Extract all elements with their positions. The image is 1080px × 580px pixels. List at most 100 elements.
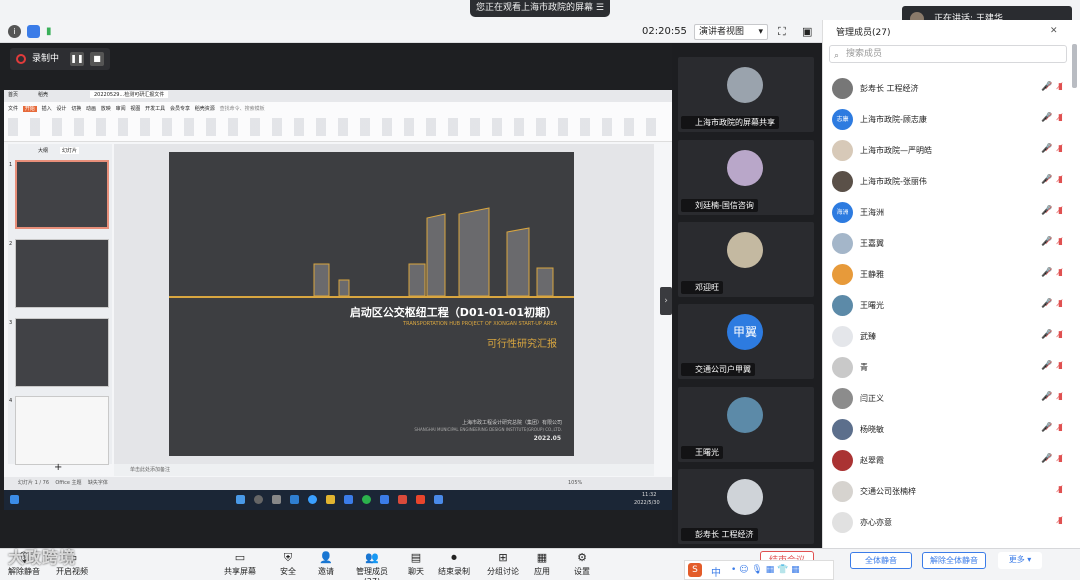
member-row[interactable]: 武臻 🎤̸ ▮̸ <box>832 326 1072 348</box>
tab-docer[interactable]: 稻壳 <box>38 91 48 98</box>
ribbon-toolbar[interactable] <box>8 118 658 136</box>
manage-members-button[interactable]: 👥 管理成员(27) <box>348 552 396 580</box>
edge-icon[interactable] <box>308 495 317 504</box>
tab-outline[interactable]: 大纲 <box>38 147 48 154</box>
video-tile[interactable]: 邓迎旺 <box>678 222 814 297</box>
member-row[interactable]: 交通公司张楠梓 ▮̸ <box>832 481 1072 503</box>
camera-off-icon[interactable]: ▮̸ <box>1058 113 1063 123</box>
menu-icon[interactable]: ☰ <box>596 0 604 17</box>
mic-muted-icon[interactable]: 🎤̸ <box>1041 206 1052 216</box>
ribbon-tab[interactable]: 动画 <box>86 106 96 112</box>
security-button[interactable]: ⛨ 安全 <box>276 552 300 577</box>
mic-muted-icon[interactable]: 🎤̸ <box>1041 361 1052 371</box>
unmute-all-button[interactable]: 解除全体静音 <box>922 552 986 569</box>
ribbon-tab[interactable]: 稻壳资源 <box>195 106 215 112</box>
ribbon-tab[interactable]: 文件 <box>8 106 18 112</box>
camera-off-icon[interactable]: ▮̸ <box>1058 299 1063 309</box>
member-search-input[interactable]: ⌕ 搜索成员 <box>829 45 1067 63</box>
camera-off-icon[interactable]: ▮̸ <box>1058 330 1063 340</box>
search-icon[interactable] <box>254 495 263 504</box>
wechat-icon[interactable] <box>362 495 371 504</box>
layout-icon[interactable]: ▣ <box>802 25 812 38</box>
member-row[interactable]: 亦心亦意 ▮̸ <box>832 512 1072 534</box>
status-fonts[interactable]: 缺失字体 <box>88 480 108 486</box>
notes-field[interactable]: 单击此处添加备注 <box>114 464 654 476</box>
video-tile[interactable]: 王曙光 <box>678 387 814 462</box>
mic-muted-icon[interactable]: 🎤̸ <box>1041 299 1052 309</box>
stop-recording-button[interactable]: ⏺ 结束录制 <box>436 552 472 577</box>
breakout-button[interactable]: ⊞ 分组讨论 <box>486 552 520 577</box>
ribbon-tab[interactable]: 放映 <box>101 106 111 112</box>
ribbon-tab[interactable]: 切换 <box>71 106 81 112</box>
member-row[interactable]: 志康 上海市政院-顾志康 🎤̸ ▮̸ <box>832 109 1072 131</box>
camera-off-icon[interactable]: ▮̸ <box>1058 516 1063 526</box>
fullscreen-icon[interactable]: ⛶ <box>778 25 786 39</box>
mic-muted-icon[interactable]: 🎤̸ <box>1041 82 1052 92</box>
member-row[interactable]: 赵翠霞 🎤̸ ▮̸ <box>832 450 1072 472</box>
slide-thumbnail[interactable] <box>15 318 109 387</box>
slide-thumbnail[interactable] <box>15 239 109 308</box>
ribbon-tab[interactable]: 开发工具 <box>145 106 165 112</box>
settings-button[interactable]: ⚙ 设置 <box>570 552 594 577</box>
mic-muted-icon[interactable]: 🎤̸ <box>1041 454 1052 464</box>
invite-button[interactable]: 👤 邀请 <box>314 552 338 577</box>
camera-off-icon[interactable]: ▮̸ <box>1058 82 1063 92</box>
camera-off-icon[interactable]: ▮̸ <box>1058 237 1063 247</box>
camera-off-icon[interactable]: ▮̸ <box>1058 361 1063 371</box>
ribbon-tab[interactable]: 插入 <box>42 106 52 112</box>
tab-slides[interactable]: 幻灯片 <box>60 147 80 154</box>
tab-home[interactable]: 首页 <box>8 91 18 98</box>
more-button[interactable]: 更多 ▾ <box>998 552 1042 569</box>
camera-off-icon[interactable]: ▮̸ <box>1058 392 1063 402</box>
windows-start-icon[interactable] <box>10 495 19 504</box>
stop-recording-button[interactable]: ■ <box>90 52 104 66</box>
wps-icon[interactable] <box>398 495 407 504</box>
camera-off-icon[interactable]: ▮̸ <box>1058 454 1063 464</box>
slide-thumbnail[interactable] <box>15 160 109 229</box>
view-mode-select[interactable]: 演讲者视图 ▾ <box>694 24 768 40</box>
camera-off-icon[interactable]: ▮̸ <box>1058 423 1063 433</box>
mic-muted-icon[interactable]: 🎤̸ <box>1041 175 1052 185</box>
member-row[interactable]: 杨晓敏 🎤̸ ▮̸ <box>832 419 1072 441</box>
tab-document[interactable]: 20220529...检测可研汇报文件 <box>90 91 169 98</box>
collapse-video-button[interactable]: › <box>660 287 672 315</box>
input-method-bar[interactable]: S 中 • ☺ 🎙 ▦ 👕 ▦ <box>684 560 834 580</box>
mic-muted-icon[interactable]: 🎤̸ <box>1041 237 1052 247</box>
member-row[interactable]: 王静雅 🎤̸ ▮̸ <box>832 264 1072 286</box>
mic-muted-icon[interactable]: 🎤̸ <box>1041 113 1052 123</box>
camera-off-icon[interactable]: ▮̸ <box>1058 268 1063 278</box>
app-icon[interactable] <box>380 495 389 504</box>
ribbon-tab[interactable]: 视图 <box>130 106 140 112</box>
add-slide-icon[interactable]: + <box>54 462 62 473</box>
ribbon-search[interactable]: 查找命令、搜索模板 <box>220 106 265 112</box>
camera-off-icon[interactable]: ▮̸ <box>1058 485 1063 495</box>
share-screen-button[interactable]: ▭ 共享屏幕 <box>222 552 258 577</box>
mail-icon[interactable] <box>344 495 353 504</box>
mic-muted-icon[interactable]: 🎤̸ <box>1041 330 1052 340</box>
start-icon[interactable] <box>236 495 245 504</box>
folder-icon[interactable] <box>326 495 335 504</box>
widgets-icon[interactable] <box>290 495 299 504</box>
video-tile[interactable]: 甲翼 交通公司户甲翼 <box>678 304 814 379</box>
video-tile[interactable]: 上海市政院的屏幕共享 <box>678 57 814 132</box>
app-icon[interactable] <box>434 495 443 504</box>
member-row[interactable]: 上海市政院—严明皓 🎤̸ ▮̸ <box>832 140 1072 162</box>
shield-icon[interactable] <box>27 25 40 38</box>
ribbon-tab[interactable]: 设计 <box>56 106 66 112</box>
member-row[interactable]: 青 🎤̸ ▮̸ <box>832 357 1072 379</box>
camera-off-icon[interactable]: ▮̸ <box>1058 206 1063 216</box>
close-icon[interactable]: ✕ <box>1050 26 1058 36</box>
task-view-icon[interactable] <box>272 495 281 504</box>
camera-off-icon[interactable]: ▮̸ <box>1058 175 1063 185</box>
member-row[interactable]: 王嘉翼 🎤̸ ▮̸ <box>832 233 1072 255</box>
ribbon-tab[interactable]: 审阅 <box>116 106 126 112</box>
panel-scrollbar[interactable] <box>1072 44 1077 88</box>
chat-button[interactable]: ▤ 聊天 <box>404 552 428 577</box>
video-tile[interactable]: 彭寿长 工程经济 <box>678 469 814 544</box>
video-tile[interactable]: 刘廷楠-国信咨询 <box>678 140 814 215</box>
ribbon-tab-active[interactable]: 开始 <box>22 106 37 112</box>
ribbon-tab[interactable]: 会员专享 <box>170 106 190 112</box>
apps-button[interactable]: ▦ 应用 <box>530 552 554 577</box>
mic-muted-icon[interactable]: 🎤̸ <box>1041 144 1052 154</box>
zoom-level[interactable]: 105% <box>568 477 582 490</box>
